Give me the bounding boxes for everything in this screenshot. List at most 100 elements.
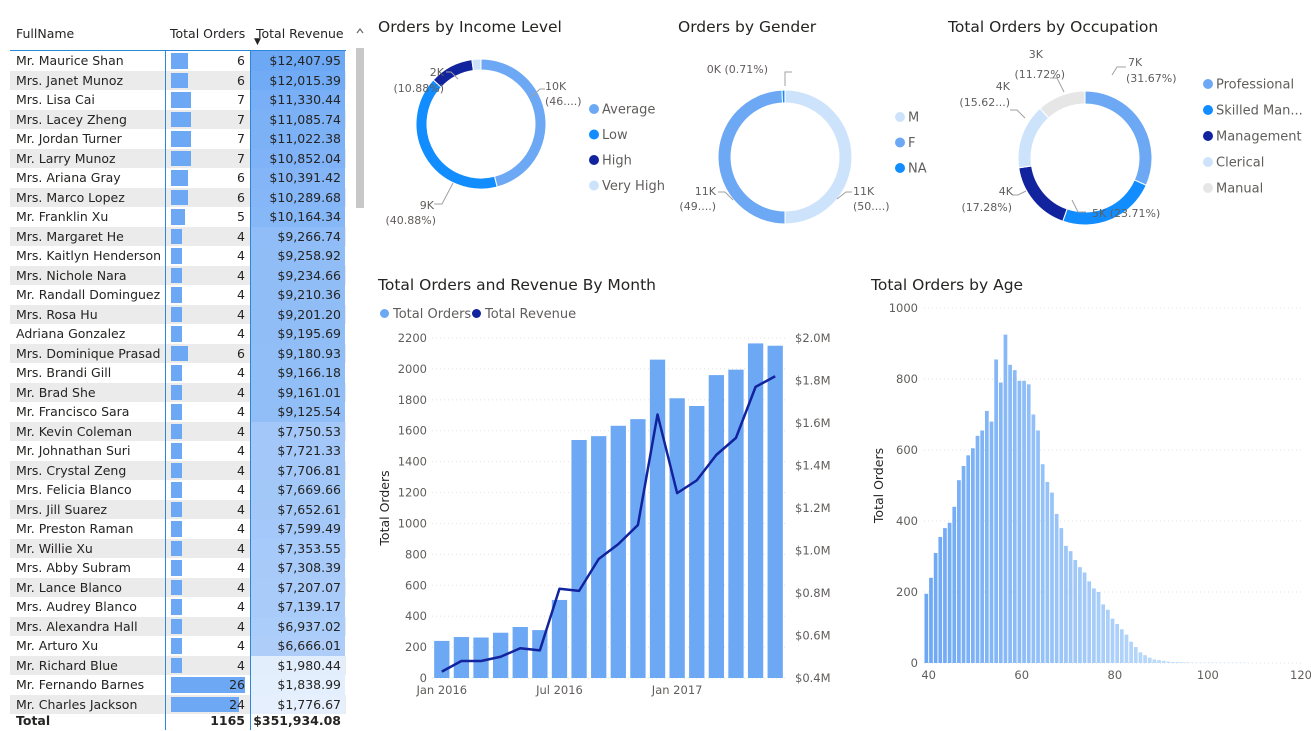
legend-swatch <box>1203 79 1213 89</box>
table-row[interactable]: Mrs. Lacey Zheng7$11,085.74 <box>10 110 346 130</box>
age-bar <box>1013 370 1017 663</box>
table-row[interactable]: Mr. Arturo Xu4$6,666.01 <box>10 636 346 656</box>
income-donut-chart: AverageLowHighVery High10K(46....)9K(40.… <box>370 40 670 240</box>
revenue-cell: $9,180.93 <box>250 344 341 364</box>
table-row[interactable]: Mr. Johnathan Suri4$7,721.33 <box>10 441 346 461</box>
fullname-cell: Mrs. Lacey Zheng <box>16 110 166 130</box>
data-label: (11.72%) <box>1014 68 1065 81</box>
table-row[interactable]: Mr. Kevin Coleman4$7,750.53 <box>10 422 346 442</box>
table-row[interactable]: Mr. Brad She4$9,161.01 <box>10 383 346 403</box>
age-bar <box>1162 661 1166 663</box>
legend-total-revenue[interactable]: Total Revenue <box>472 307 576 322</box>
fullname-cell: Mrs. Crystal Zeng <box>16 461 166 481</box>
table-row[interactable]: Mrs. Lisa Cai7$11,330.44 <box>10 90 346 110</box>
table-row[interactable]: Mrs. Marco Lopez6$10,289.68 <box>10 188 346 208</box>
age-bar <box>943 528 947 663</box>
scrollbar-thumb[interactable] <box>356 48 364 208</box>
orders-bar <box>768 346 783 678</box>
age-bar <box>1153 659 1157 663</box>
table-row[interactable]: Mr. Jordan Turner7$11,022.38 <box>10 129 346 149</box>
y-tick-label: 0 <box>911 656 918 670</box>
revenue-cell: $7,308.39 <box>250 558 341 578</box>
table-row[interactable]: Mr. Preston Raman4$7,599.49 <box>10 519 346 539</box>
table-row[interactable]: Adriana Gonzalez4$9,195.69 <box>10 324 346 344</box>
table-row[interactable]: Mr. Fernando Barnes26$1,838.99 <box>10 675 346 695</box>
table-row[interactable]: Mrs. Jill Suarez4$7,652.61 <box>10 500 346 520</box>
legend-label: Average <box>602 103 655 118</box>
age-bar <box>1018 381 1022 663</box>
table-row[interactable]: Mr. Maurice Shan6$12,407.95 <box>10 51 346 71</box>
legend-total-orders[interactable]: Total Orders <box>380 307 471 322</box>
table-row[interactable]: Mrs. Janet Munoz6$12,015.39 <box>10 71 346 91</box>
table-row[interactable]: Mrs. Alexandra Hall4$6,937.02 <box>10 617 346 637</box>
column-header-fullname[interactable]: FullName <box>16 26 74 41</box>
revenue-cell: $6,937.02 <box>250 617 341 637</box>
table-row[interactable]: Mrs. Audrey Blanco4$7,139.17 <box>10 597 346 617</box>
data-label: 5K (23.71%) <box>1092 207 1160 220</box>
orders-bar <box>513 627 528 678</box>
y-tick-label: 800 <box>896 372 918 386</box>
table-row[interactable]: Mrs. Abby Subram4$7,308.39 <box>10 558 346 578</box>
x-tick-label: Jul 2016 <box>535 683 583 697</box>
revenue-cell: $7,706.81 <box>250 461 341 481</box>
occupation-donut-chart: ProfessionalSkilled Man...ManagementCler… <box>940 40 1310 240</box>
table-row[interactable]: Mrs. Crystal Zeng4$7,706.81 <box>10 461 346 481</box>
chevron-up-icon[interactable] <box>355 25 365 37</box>
table-row[interactable]: Mrs. Kaitlyn Henderson4$9,258.92 <box>10 246 346 266</box>
table-row[interactable]: Mr. Willie Xu4$7,353.55 <box>10 539 346 559</box>
legend-label: Very High <box>602 179 665 194</box>
y-tick-label: 1000 <box>398 516 427 530</box>
age-bar <box>1078 567 1082 663</box>
y-tick-label: 1600 <box>398 424 427 438</box>
fullname-cell: Mrs. Audrey Blanco <box>16 597 166 617</box>
age-bar <box>1055 514 1059 663</box>
age-bar <box>929 578 933 663</box>
column-header-total-revenue[interactable]: Total Revenue <box>256 26 344 41</box>
column-header-total-orders[interactable]: Total Orders <box>170 26 245 41</box>
age-bar <box>1073 560 1077 663</box>
data-label: (49....) <box>679 200 716 213</box>
legend-swatch <box>895 138 905 148</box>
table-row[interactable]: Mrs. Margaret He4$9,266.74 <box>10 227 346 247</box>
table-row[interactable]: Mrs. Ariana Gray6$10,391.42 <box>10 168 346 188</box>
table-row[interactable]: Mr. Richard Blue4$1,980.44 <box>10 656 346 676</box>
age-bar <box>1111 619 1115 663</box>
data-label: 9K <box>420 199 435 212</box>
orders-cell: 7 <box>165 110 245 130</box>
revenue-cell: $7,750.53 <box>250 422 341 442</box>
orders-cell: 6 <box>165 51 245 71</box>
table-row[interactable]: Mr. Francisco Sara4$9,125.54 <box>10 402 346 422</box>
column-divider <box>250 50 251 730</box>
table-row[interactable]: Mrs. Brandi Gill4$9,166.18 <box>10 363 346 383</box>
fullname-cell: Mr. Brad She <box>16 383 166 403</box>
legend-swatch <box>895 163 905 173</box>
donut-slice-professional <box>1085 91 1152 185</box>
age-bar <box>1134 647 1138 663</box>
fullname-cell: Mr. Larry Munoz <box>16 149 166 169</box>
orders-cell: 4 <box>165 617 245 637</box>
orders-cell: 4 <box>165 246 245 266</box>
fullname-cell: Mrs. Felicia Blanco <box>16 480 166 500</box>
x-tick-label: 60 <box>1014 668 1029 682</box>
table-row[interactable]: Mrs. Dominique Prasad6$9,180.93 <box>10 344 346 364</box>
fullname-cell: Mr. Arturo Xu <box>16 636 166 656</box>
table-row[interactable]: Mrs. Felicia Blanco4$7,669.66 <box>10 480 346 500</box>
table-row[interactable]: Mr. Randall Dominguez4$9,210.36 <box>10 285 346 305</box>
fullname-cell: Mrs. Nichole Nara <box>16 266 166 286</box>
fullname-cell: Mrs. Rosa Hu <box>16 305 166 325</box>
fullname-cell: Mr. Kevin Coleman <box>16 422 166 442</box>
table-row[interactable]: Mr. Larry Munoz7$10,852.04 <box>10 149 346 169</box>
donut-slice-na <box>782 90 785 103</box>
legend-label: Clerical <box>1216 156 1264 171</box>
table-row[interactable]: Mr. Lance Blanco4$7,207.07 <box>10 578 346 598</box>
table-row[interactable]: Mrs. Rosa Hu4$9,201.20 <box>10 305 346 325</box>
table-row[interactable]: Mr. Franklin Xu5$10,164.34 <box>10 207 346 227</box>
table-scrollbar[interactable] <box>355 25 365 725</box>
revenue-cell: $9,195.69 <box>250 324 341 344</box>
age-bar <box>957 480 961 663</box>
age-bar <box>1185 662 1189 663</box>
age-bar <box>1097 592 1101 663</box>
legend-label: Total Revenue <box>485 307 576 322</box>
table-row[interactable]: Mrs. Nichole Nara4$9,234.66 <box>10 266 346 286</box>
table-total-row: Total 1165 $351,934.08 <box>10 711 346 729</box>
